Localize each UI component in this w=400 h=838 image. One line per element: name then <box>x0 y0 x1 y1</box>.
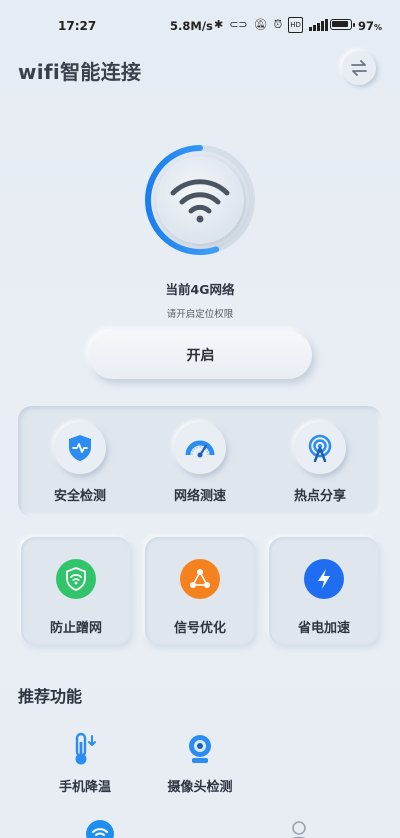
card-power-saving[interactable]: 省电加速 <box>269 537 379 645</box>
mute-icon: 🔕︎ <box>253 18 268 31</box>
card-icon-bg <box>180 559 220 599</box>
speedometer-icon <box>185 440 215 458</box>
status-time: 17:27 <box>58 19 97 33</box>
card-icon-bg <box>304 559 344 599</box>
wifi-shield-icon <box>66 567 86 591</box>
battery-icon <box>330 19 355 30</box>
bottom-nav <box>0 812 400 838</box>
wifi-icon <box>92 828 108 836</box>
recommend-label: 摄像头检测 <box>167 780 233 795</box>
user-icon <box>292 821 306 838</box>
shield-pulse-icon <box>69 435 91 461</box>
card-label: 信号优化 <box>173 621 226 636</box>
recommend-label: 手机降温 <box>58 780 111 795</box>
signal-icon <box>308 19 328 31</box>
status-speed: 5.8M/s <box>170 19 213 33</box>
wifi-status-ring[interactable] <box>141 141 259 259</box>
tool-label: 网络测速 <box>173 489 226 504</box>
connection-title: 当前4G网络 <box>165 282 235 297</box>
share-nodes-icon <box>190 569 210 588</box>
nav-tab-wifi[interactable] <box>86 820 114 838</box>
nav-tab-user[interactable] <box>288 820 310 838</box>
card-label: 防止蹭网 <box>49 621 102 636</box>
tool-hotspot-share[interactable]: 热点分享 <box>260 406 380 517</box>
tools-panel: 安全检测 网络测速 热点分享 <box>18 406 382 517</box>
lightning-icon <box>318 569 330 589</box>
tool-label: 热点分享 <box>293 489 346 504</box>
hd-icon: HD <box>288 17 303 33</box>
thermometer-icon <box>75 732 96 765</box>
card-label: 省电加速 <box>297 621 350 636</box>
open-button[interactable]: 开启 <box>89 331 312 379</box>
tool-security-check[interactable]: 安全检测 <box>20 406 140 517</box>
card-anti-leech[interactable]: 防止蹭网 <box>21 537 131 645</box>
nfc-icon: ⊂⊃ <box>229 18 248 31</box>
recommend-section-title: 推荐功能 <box>18 687 83 706</box>
recommend-item-phone-cooling[interactable]: 手机降温 <box>30 726 140 796</box>
swap-arrows-icon <box>351 60 367 76</box>
camera-icon <box>189 735 211 763</box>
card-signal-optimize[interactable]: 信号优化 <box>145 537 255 645</box>
card-icon-bg <box>56 559 96 599</box>
connection-subtitle: 请开启定位权限 <box>166 309 234 320</box>
switch-button[interactable] <box>342 51 376 85</box>
alarm-icon: ⏰︎ <box>273 18 283 31</box>
status-bar: 17:27 5.8M/s ✱ ⊂⊃ 🔕︎ ⏰︎ HD 97% <box>0 0 400 36</box>
status-icons: ✱ ⊂⊃ 🔕︎ ⏰︎ HD <box>214 17 329 33</box>
bluetooth-icon: ✱ <box>214 18 224 31</box>
recommend-item-camera-detect[interactable]: 摄像头检测 <box>145 726 255 796</box>
tool-speed-test[interactable]: 网络测速 <box>140 406 260 517</box>
battery-percent: 97% <box>358 19 383 33</box>
page-title: wifi智能连接 <box>18 60 142 84</box>
tool-label: 安全检测 <box>53 489 106 504</box>
hotspot-icon <box>308 434 332 462</box>
